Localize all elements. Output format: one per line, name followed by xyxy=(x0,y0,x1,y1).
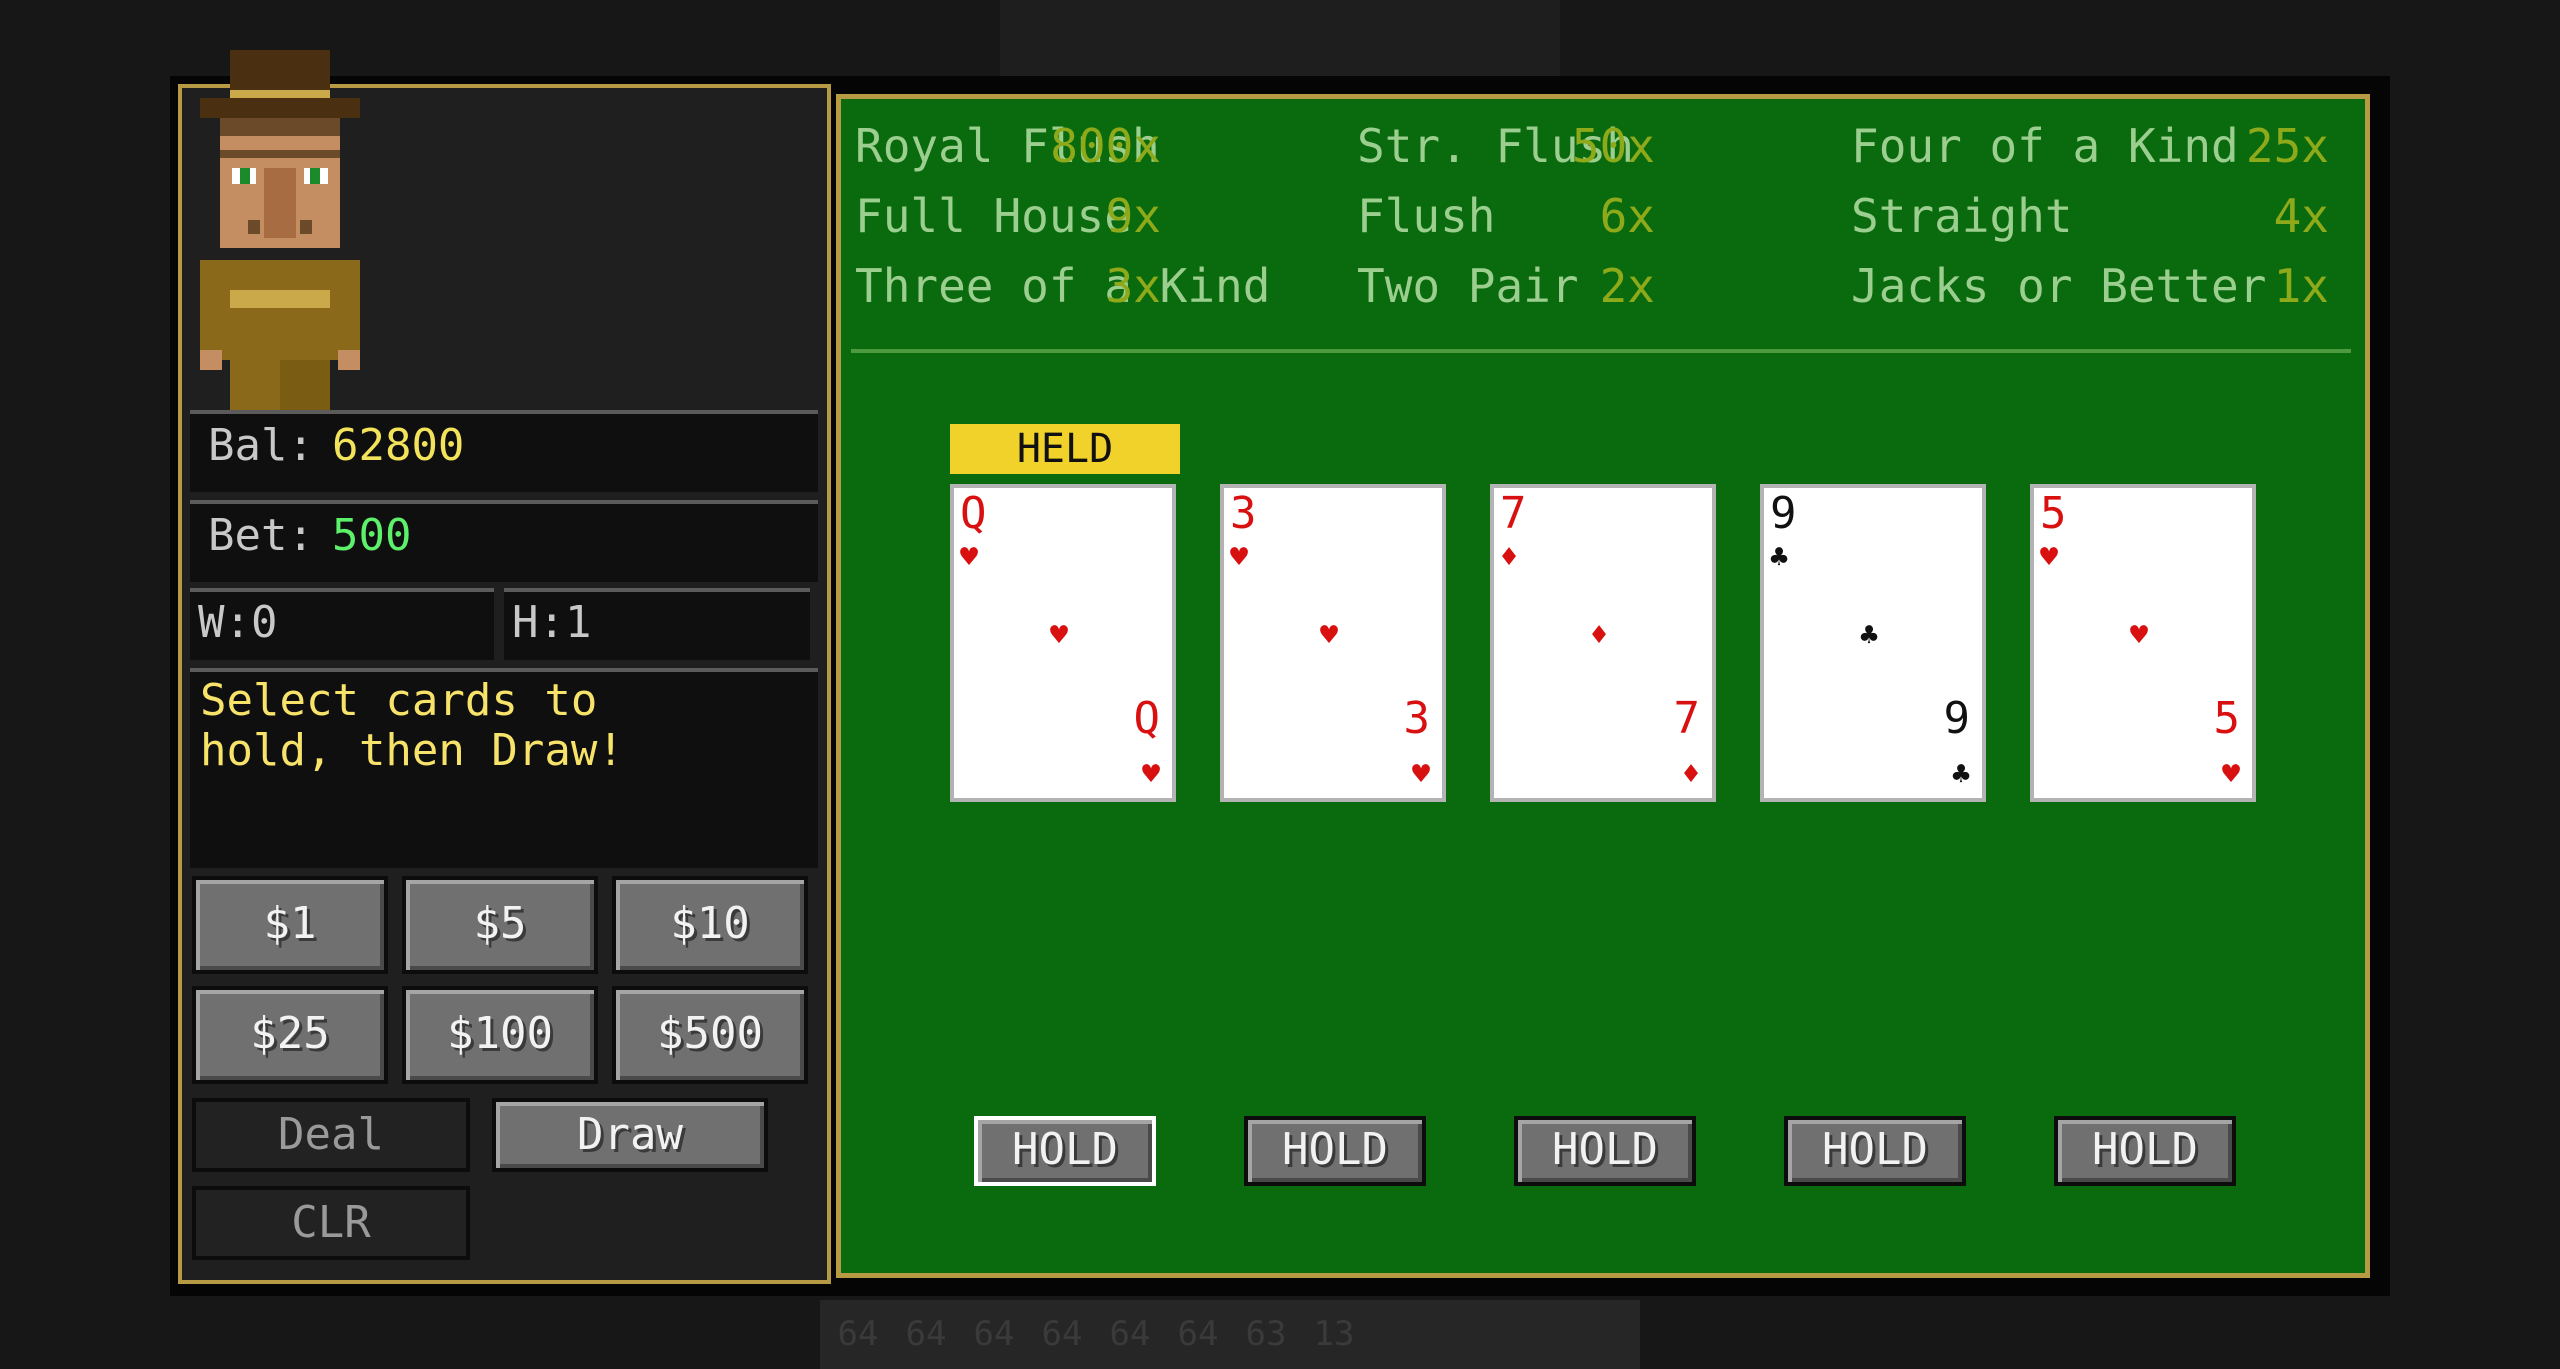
card-rank: Q xyxy=(960,488,987,539)
held-tag: HELD xyxy=(950,424,1180,474)
heart-icon: ♥ xyxy=(2221,757,2240,792)
bet-10-button[interactable]: $10 xyxy=(612,876,808,974)
hand-multiplier: 9x xyxy=(1105,189,1161,243)
heart-icon: ♥ xyxy=(2130,618,2149,653)
hotbar-count: 63 xyxy=(1245,1314,1287,1354)
bet-5-button[interactable]: $5 xyxy=(402,876,598,974)
hand-multiplier: 4x xyxy=(2273,189,2329,243)
heart-icon: ♥ xyxy=(960,540,979,575)
card-rank: 9 xyxy=(1770,488,1797,539)
bet-1-button[interactable]: $1 xyxy=(192,876,388,974)
card-rank: 3 xyxy=(1403,693,1431,744)
card-2[interactable]: 3 ♥ ♥ 3 ♥ xyxy=(1220,484,1446,802)
balance-box: Bal: 62800 xyxy=(190,410,818,492)
hold-button-1[interactable]: HOLD xyxy=(974,1116,1156,1186)
hand-multiplier: 50x xyxy=(1571,119,1655,173)
hotbar-count: 64 xyxy=(973,1314,1015,1354)
hotbar-count: 64 xyxy=(1109,1314,1151,1354)
diamond-icon: ♦ xyxy=(1500,540,1519,575)
hold-button-3[interactable]: HOLD xyxy=(1514,1116,1696,1186)
paytable-row: Three of a Kind 3x Two Pair 2x Jacks or … xyxy=(841,259,2365,319)
hotbar-count: 64 xyxy=(837,1314,879,1354)
hand-name: Three of a Kind xyxy=(855,259,1271,313)
heart-icon: ♥ xyxy=(1320,618,1339,653)
hand-multiplier: 2x xyxy=(1599,259,1655,313)
clear-button[interactable]: CLR xyxy=(192,1186,470,1260)
message-line: hold, then Draw! xyxy=(200,725,624,776)
balance-label: Bal: xyxy=(208,420,314,471)
card-4[interactable]: 9 ♣ ♣ 9 ♣ xyxy=(1760,484,1986,802)
hotbar: 64 64 64 64 64 64 63 13 xyxy=(820,1300,1640,1369)
bet-100-button[interactable]: $100 xyxy=(402,986,598,1084)
hand-multiplier: 25x xyxy=(2245,119,2329,173)
hand-multiplier: 6x xyxy=(1599,189,1655,243)
wins-counter: W:0 xyxy=(198,597,278,648)
hand-name: Four of a Kind xyxy=(1851,119,2239,173)
heart-icon: ♥ xyxy=(1230,540,1249,575)
draw-button[interactable]: Draw xyxy=(492,1098,768,1172)
diamond-icon: ♦ xyxy=(1590,618,1609,653)
hotbar-count: 64 xyxy=(1177,1314,1219,1354)
card-1[interactable]: Q ♥ ♥ Q ♥ xyxy=(950,484,1176,802)
card-rank: 9 xyxy=(1943,693,1971,744)
background-block xyxy=(1000,0,1560,80)
hand-multiplier: 3x xyxy=(1105,259,1161,313)
paytable-row: Royal Flush 800x Str. Flush 50x Four of … xyxy=(841,119,2365,179)
card-5[interactable]: 5 ♥ ♥ 5 ♥ xyxy=(2030,484,2256,802)
bet-500-button[interactable]: $500 xyxy=(612,986,808,1084)
deal-button[interactable]: Deal xyxy=(192,1098,470,1172)
card-3[interactable]: 7 ♦ ♦ 7 ♦ xyxy=(1490,484,1716,802)
hotbar-count: 13 xyxy=(1313,1314,1355,1354)
paytable-divider xyxy=(851,349,2351,353)
villager-dealer-avatar xyxy=(200,50,360,410)
heart-icon: ♥ xyxy=(1141,757,1160,792)
hand-name: Two Pair xyxy=(1357,259,1579,313)
heart-icon: ♥ xyxy=(2040,540,2059,575)
hands-counter: H:1 xyxy=(512,597,592,648)
hand-name: Full House xyxy=(855,189,1132,243)
hand-name: Flush xyxy=(1357,189,1496,243)
bet-25-button[interactable]: $25 xyxy=(192,986,388,1084)
hold-button-4[interactable]: HOLD xyxy=(1784,1116,1966,1186)
club-icon: ♣ xyxy=(1951,757,1970,792)
status-message: Select cards to hold, then Draw! xyxy=(190,668,818,868)
message-line: Select cards to xyxy=(200,675,598,726)
hand-name: Jacks or Better xyxy=(1851,259,2267,313)
wins-box: W:0 xyxy=(190,588,494,660)
hotbar-count: 64 xyxy=(905,1314,947,1354)
card-rank: 5 xyxy=(2213,693,2241,744)
heart-icon: ♥ xyxy=(1411,757,1430,792)
hands-box: H:1 xyxy=(504,588,810,660)
hold-button-2[interactable]: HOLD xyxy=(1244,1116,1426,1186)
card-rank: 5 xyxy=(2040,488,2067,539)
paytable-row: Full House 9x Flush 6x Straight 4x xyxy=(841,189,2365,249)
card-rank: 7 xyxy=(1500,488,1527,539)
bet-box: Bet: 500 xyxy=(190,500,818,582)
bet-label: Bet: xyxy=(208,510,314,561)
hotbar-count: 64 xyxy=(1041,1314,1083,1354)
hand-multiplier: 1x xyxy=(2273,259,2329,313)
hand-multiplier: 800x xyxy=(1050,119,1161,173)
bet-value: 500 xyxy=(331,510,412,561)
hand-name: Straight xyxy=(1851,189,2073,243)
heart-icon: ♥ xyxy=(1050,618,1069,653)
club-icon: ♣ xyxy=(1770,540,1789,575)
diamond-icon: ♦ xyxy=(1681,757,1700,792)
card-rank: 7 xyxy=(1673,693,1701,744)
club-icon: ♣ xyxy=(1860,618,1879,653)
card-rank: 3 xyxy=(1230,488,1257,539)
hold-button-5[interactable]: HOLD xyxy=(2054,1116,2236,1186)
balance-value: 62800 xyxy=(331,420,465,471)
card-rank: Q xyxy=(1133,693,1161,744)
